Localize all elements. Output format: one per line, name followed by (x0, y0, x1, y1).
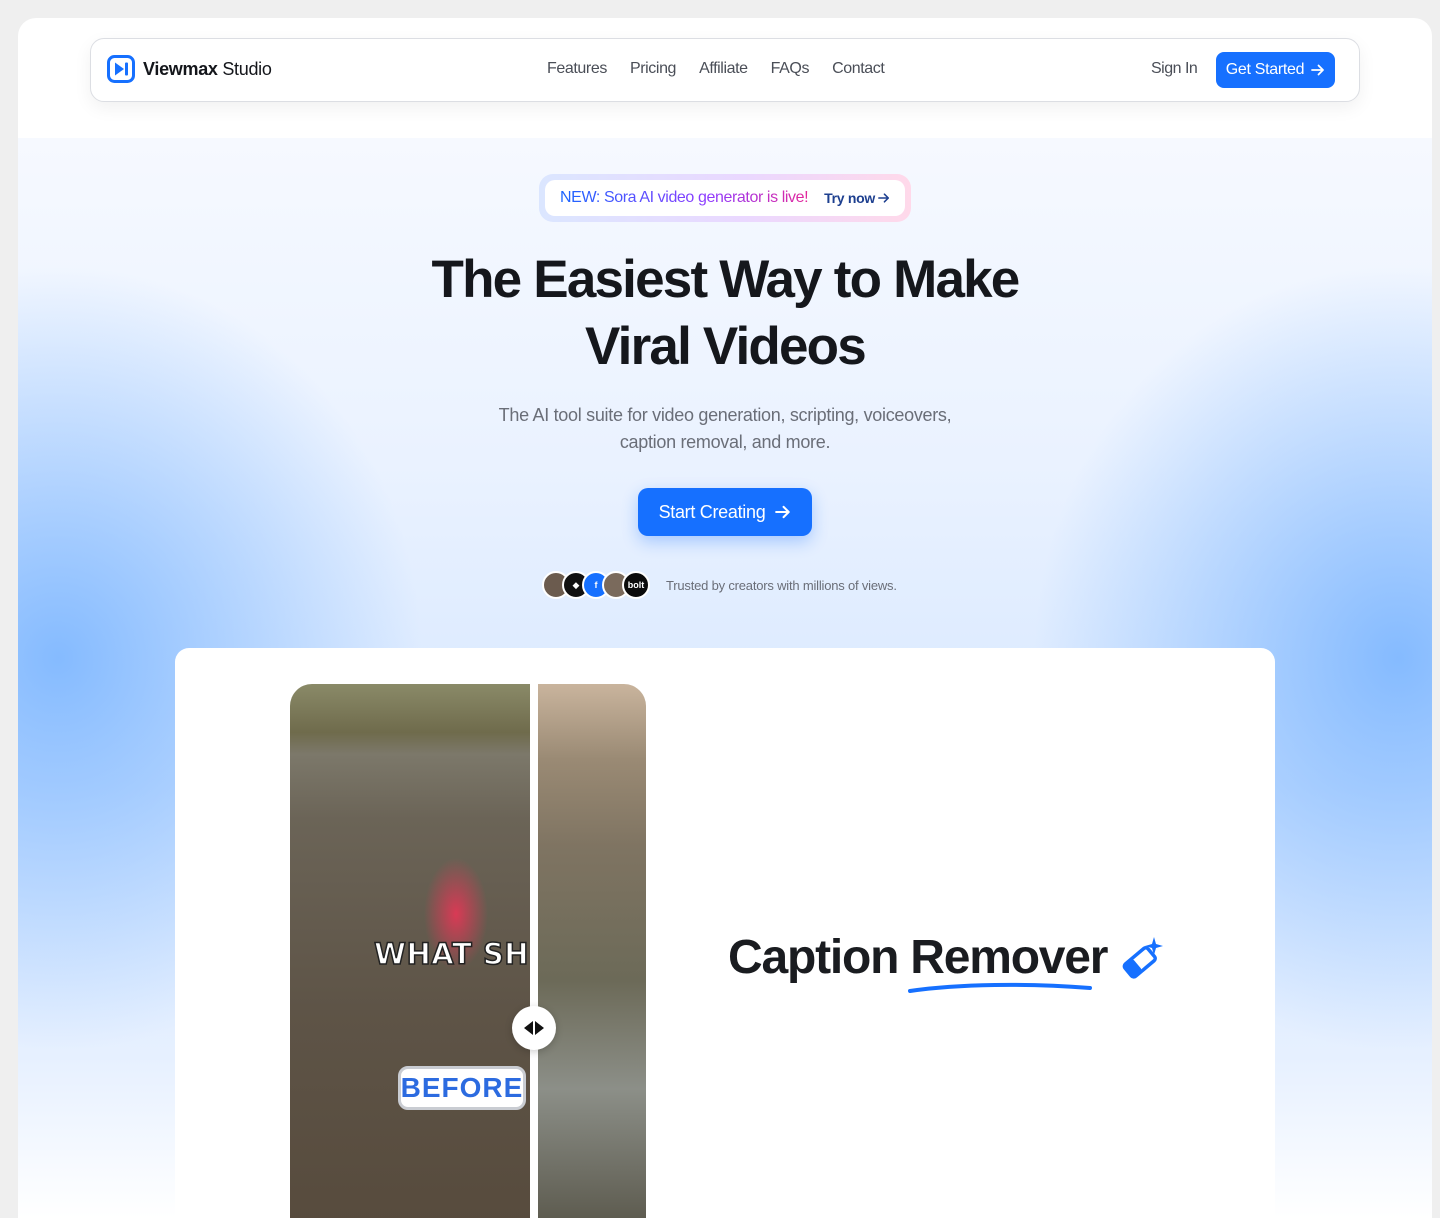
nav-menu: Features Pricing Affiliate FAQs Contact (547, 60, 885, 78)
page: Viewmax Studio Features Pricing Affiliat… (18, 18, 1432, 1218)
hero-title: The Easiest Way to Make Viral Videos (431, 250, 1021, 376)
before-after-video[interactable]: WHAT SHE BEFORE (290, 684, 646, 1218)
feature-card: WHAT SHE BEFORE Caption Remover (175, 648, 1275, 1218)
before-badge: BEFORE (398, 1066, 526, 1110)
get-started-label: Get Started (1225, 61, 1305, 78)
arrow-right-icon (1311, 64, 1325, 76)
nav-link-affiliate[interactable]: Affiliate (699, 60, 748, 78)
start-creating-label: Start Creating (658, 501, 766, 522)
video-caption-text: WHAT SHE (374, 937, 530, 971)
navbar: Viewmax Studio Features Pricing Affiliat… (90, 38, 1360, 102)
nav-link-faqs[interactable]: FAQs (771, 60, 810, 78)
eraser-sparkle-icon (1122, 936, 1164, 979)
arrow-left-icon (524, 1021, 533, 1035)
get-started-button[interactable]: Get Started (1216, 52, 1335, 88)
play-logo-icon (107, 55, 135, 83)
comparison-divider (530, 684, 538, 1218)
sign-in-link[interactable]: Sign In (1151, 60, 1198, 78)
feature-title-highlight: Remover (908, 930, 1108, 993)
nav-link-features[interactable]: Features (547, 60, 607, 78)
comparison-slider-handle[interactable] (512, 1006, 556, 1050)
avatar-stack: ◆ f bolt (542, 571, 650, 599)
nav-link-pricing[interactable]: Pricing (630, 60, 677, 78)
bolt-logo-avatar: bolt (622, 571, 650, 599)
feature-title-plain: Caption (728, 931, 899, 984)
arrow-right-icon (878, 193, 890, 203)
start-creating-button[interactable]: Start Creating (638, 488, 812, 536)
trusted-text: Trusted by creators with millions of vie… (666, 577, 897, 593)
announcement-text: NEW: Sora AI video generator is live! (560, 189, 809, 206)
try-now-link[interactable]: Try now (824, 190, 890, 206)
hero-subtitle: The AI tool suite for video generation, … (498, 405, 952, 452)
arrow-right-icon (535, 1021, 544, 1035)
social-proof: ◆ f bolt Trusted by creators with millions… (542, 571, 897, 599)
underline-squiggle (908, 982, 1093, 993)
logo[interactable]: Viewmax Studio (107, 55, 272, 83)
nav-link-contact[interactable]: Contact (832, 60, 885, 78)
arrow-right-icon (775, 505, 791, 519)
logo-text: Viewmax Studio (143, 58, 272, 79)
video-after-side (538, 684, 646, 1218)
feature-title: Caption Remover (728, 930, 1165, 993)
announcement-pill[interactable]: NEW: Sora AI video generator is live! Tr… (539, 174, 911, 222)
